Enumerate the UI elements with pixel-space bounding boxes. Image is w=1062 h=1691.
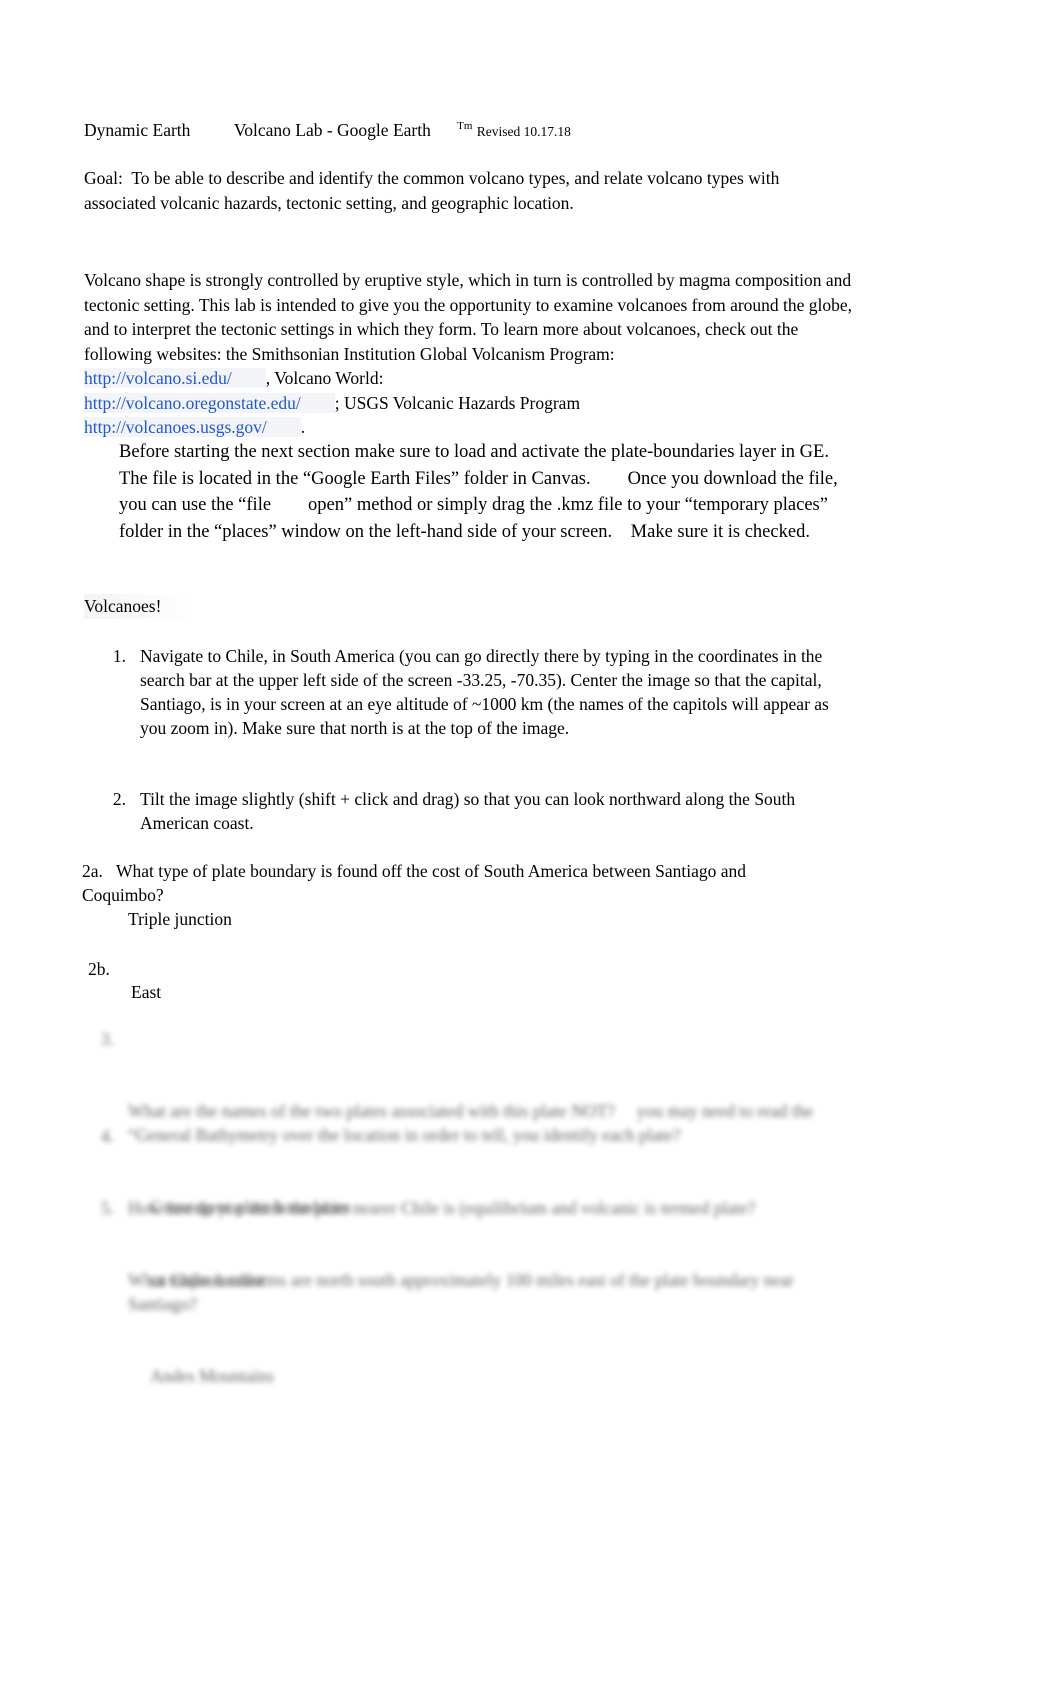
link-volcanoes-usgs-gov[interactable]: http://volcanoes.usgs.gov/ <box>84 417 301 437</box>
redacted-item-5: 5. What major landforms are north south … <box>88 1196 863 1436</box>
redacted-item-5-text: What major landforms are north south app… <box>128 1270 799 1314</box>
goal-paragraph: Goal: To be able to describe and identif… <box>84 168 784 213</box>
answer-2a: Triple junction <box>128 909 232 929</box>
header-revision: Revised 10.17.18 <box>476 124 571 139</box>
question-2a: 2a. What type of plate boundary is found … <box>82 859 802 907</box>
redacted-item-3-number: 3. <box>100 1029 114 1049</box>
header-spacer-2 <box>431 120 457 140</box>
header-trademark: Tm <box>457 120 473 133</box>
question-2a-text: What type of plate boundary is found off… <box>82 861 751 905</box>
redacted-item-5-answer: Andes Mountains <box>150 1366 274 1386</box>
step-1-text: Navigate to Chile, in South America (you… <box>140 646 829 738</box>
step-2-text: Tilt the image slightly (shift + click a… <box>140 789 796 833</box>
header-course: Dynamic Earth <box>84 120 191 140</box>
document-page: Dynamic Earth Volcano Lab - Google Earth… <box>0 0 1062 1691</box>
plate-boundaries-note: Before starting the next section make su… <box>119 442 843 542</box>
intro-text-part-2: , Volcano World: <box>265 368 384 388</box>
question-2b-label: 2b. <box>88 959 110 979</box>
intro-text-part-4: . <box>300 417 306 437</box>
list-item-step-2: 2. Tilt the image slightly (shift + clic… <box>100 787 830 835</box>
redacted-item-5-number: 5. <box>100 1198 114 1218</box>
list-item-step-1: 1. Navigate to Chile, in South America (… <box>100 644 840 740</box>
step-2-number: 2. <box>112 789 126 809</box>
link-volcano-oregonstate-edu[interactable]: http://volcano.oregonstate.edu/ <box>84 392 335 413</box>
header-spacer-1 <box>190 120 233 140</box>
question-2a-label: 2a. <box>82 861 103 881</box>
intro-text-part-3: ; USGS Volcanic Hazards Program <box>334 392 581 413</box>
header-title: Volcano Lab - Google Earth <box>233 120 431 140</box>
section-heading-volcanoes: Volcanoes! <box>84 594 200 619</box>
redacted-item-4-number: 4. <box>100 1126 114 1146</box>
answer-2b: East <box>131 982 162 1002</box>
intro-paragraph: Volcano shape is strongly controlled by … <box>84 268 854 440</box>
document-header: Dynamic Earth Volcano Lab - Google Earth… <box>84 118 571 144</box>
step-1-number: 1. <box>112 646 126 666</box>
link-volcano-si-edu[interactable]: http://volcano.si.edu/ <box>84 368 266 388</box>
intro-text-part-1: Volcano shape is strongly controlled by … <box>84 270 857 364</box>
intro-spacer-1 <box>615 344 672 364</box>
